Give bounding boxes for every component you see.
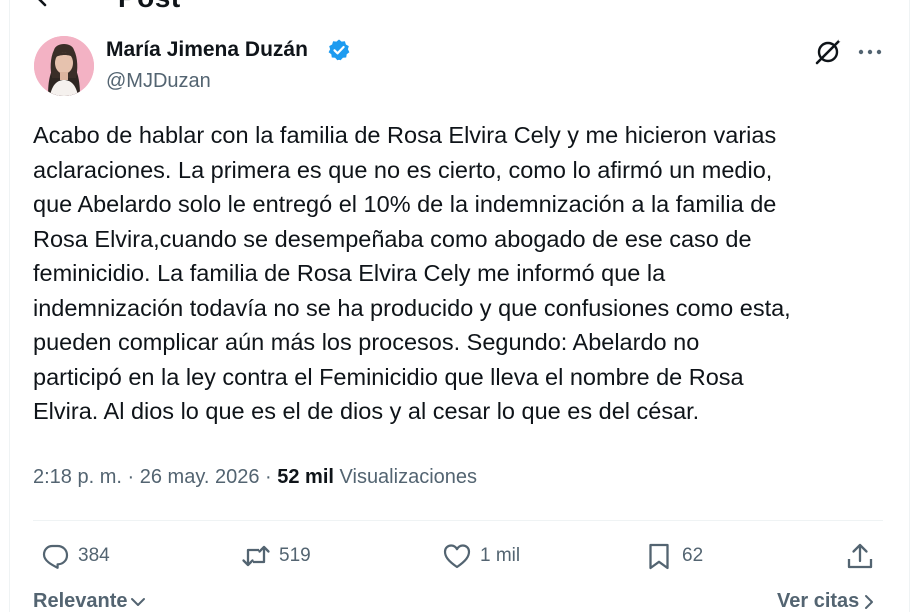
page-title: Post [118,0,181,14]
more-options-icon[interactable] [856,40,884,64]
views-label: Visualizaciones [339,466,478,488]
bookmark-count: 62 [682,545,704,566]
like-button[interactable]: 1 mil [442,539,520,573]
like-count: 1 mil [480,545,521,566]
repost-count: 519 [279,545,311,566]
share-button[interactable] [845,539,875,573]
repost-icon [242,545,270,567]
post-meta: 2:18 p. m. · 26 may. 2026 · 52 mil Visua… [33,466,477,489]
woman-portrait-avatar-icon [34,36,94,96]
reply-sort-dropdown[interactable]: Relevante [33,590,146,612]
chevron-right-icon [865,594,874,609]
author-handle[interactable]: @MJDuzan [106,70,211,93]
bookmark-icon [649,543,669,570]
view-quotes-link[interactable]: Ver citas [777,590,875,612]
divider [33,520,883,521]
repost-button[interactable]: 519 [241,539,311,573]
reply-button[interactable]: 384 [40,539,110,573]
meta-separator: · [127,466,135,488]
post-date[interactable]: 26 may. 2026 [140,466,260,488]
reply-count: 384 [78,545,110,566]
post-text: Acabo de hablar con la familia de Rosa E… [33,122,791,424]
chevron-down-icon [130,597,145,606]
author-name[interactable]: María Jimena Duzán [106,38,308,62]
reply-icon [42,544,69,569]
view-quotes-label: Ver citas [777,590,860,612]
reply-sort-label: Relevante [33,590,128,612]
verified-badge-icon [328,39,350,61]
share-icon [847,543,873,569]
views-count: 52 mil [277,466,334,488]
post-time[interactable]: 2:18 p. m. [33,466,122,488]
grok-icon[interactable] [814,38,842,66]
back-arrow-icon[interactable] [34,0,60,8]
bookmark-button[interactable]: 62 [644,539,703,573]
meta-separator: · [265,466,272,488]
column-border-right [909,0,910,612]
heart-icon [443,544,471,569]
post-header-bar: Post [0,0,922,14]
avatar[interactable] [34,36,94,96]
post-detail-page: Post María Jimena Duzán @MJDuzan Acabo d… [0,0,922,612]
column-border-left [9,0,10,612]
